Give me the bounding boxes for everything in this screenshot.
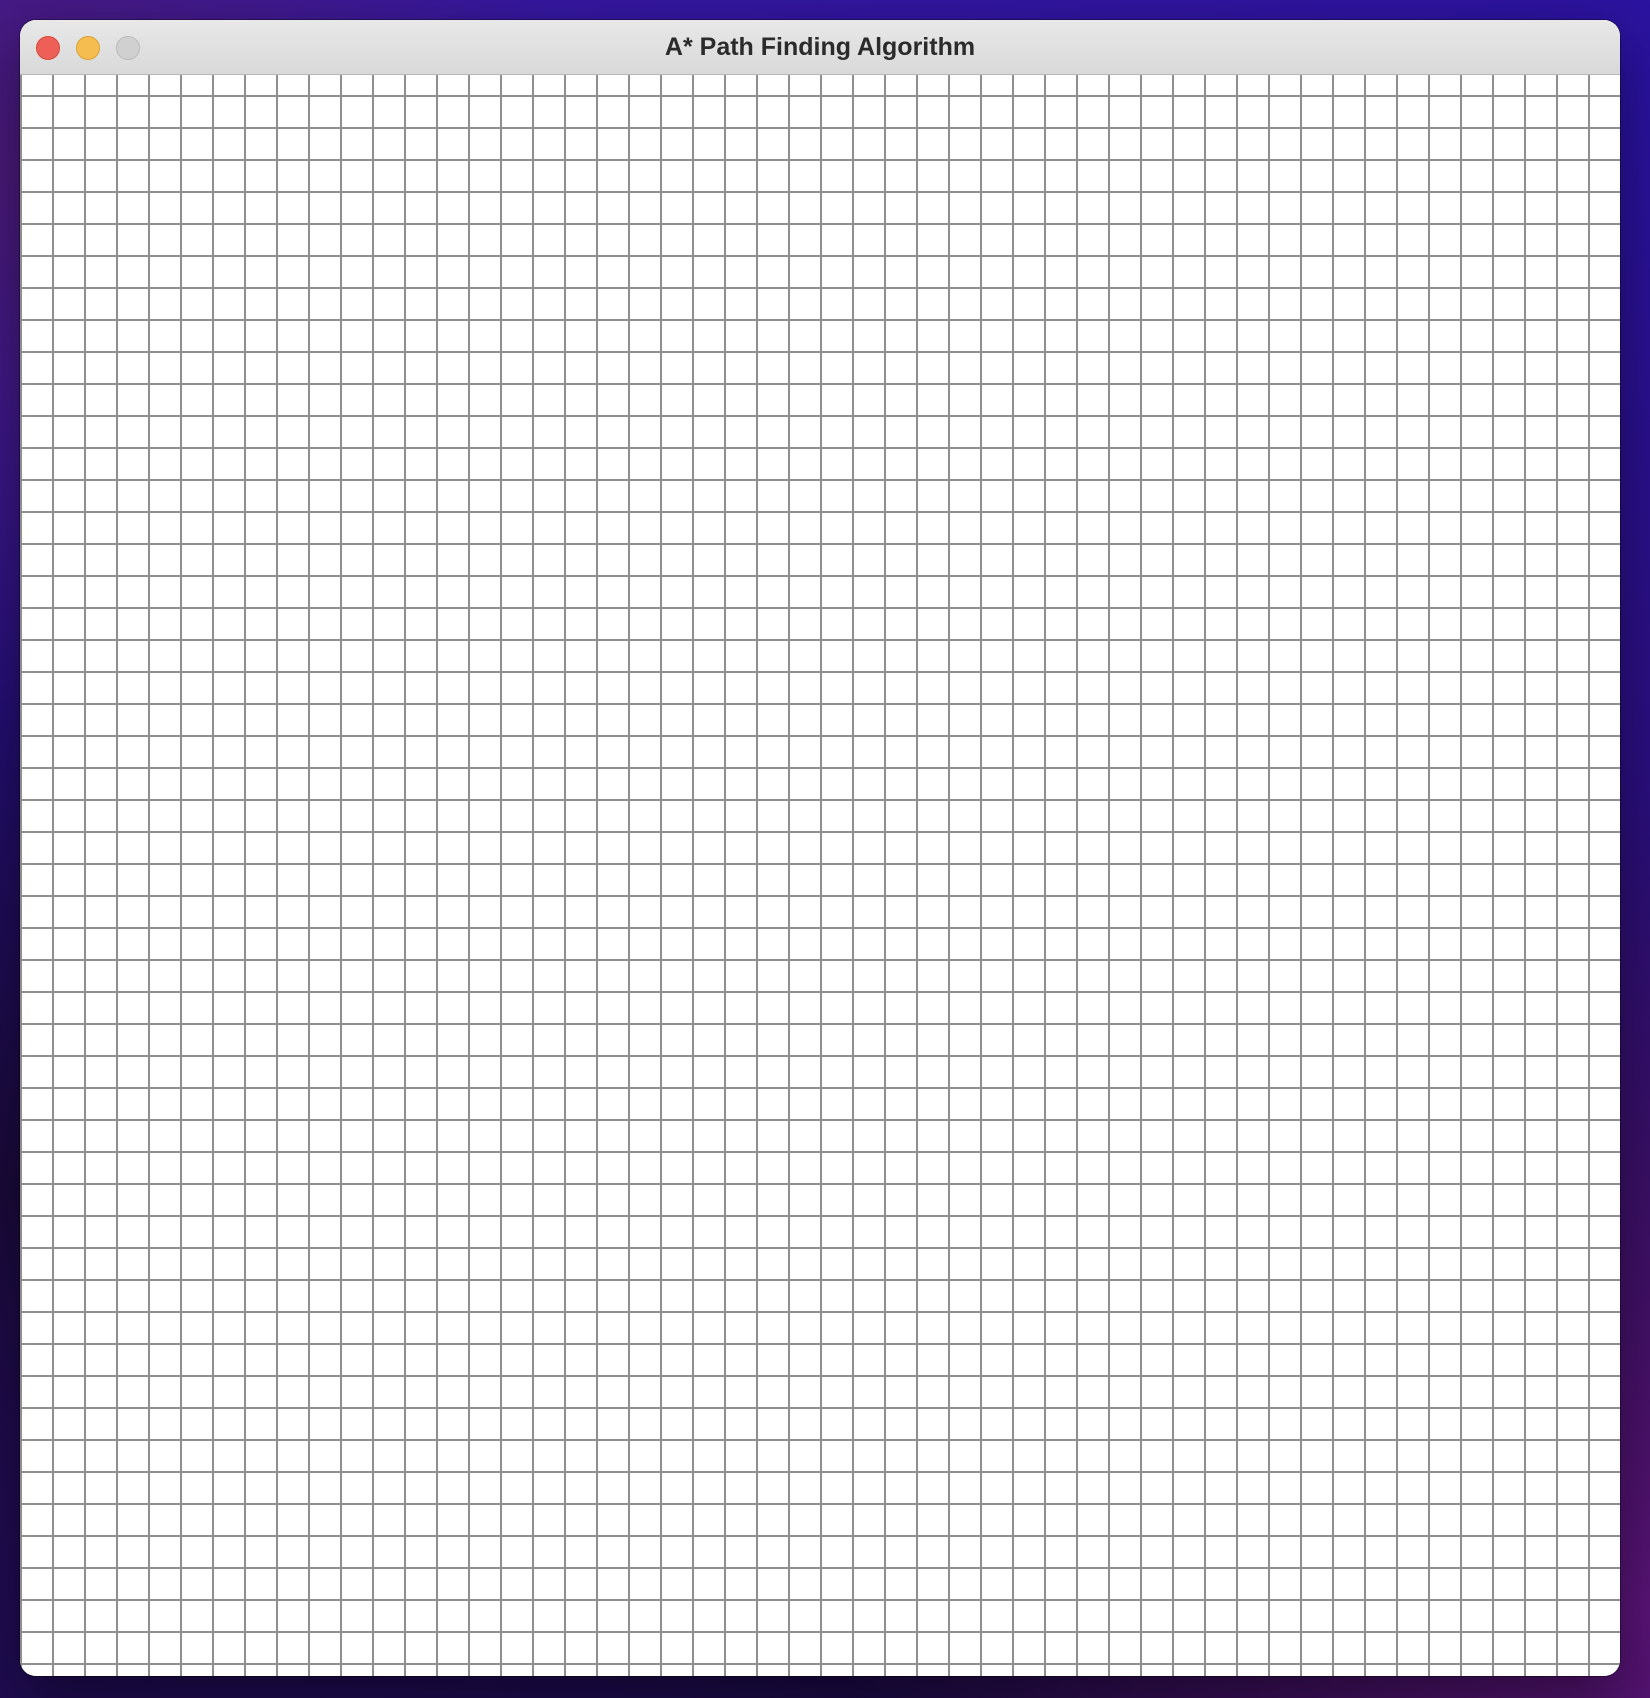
path-grid-canvas[interactable] [20, 75, 1620, 1676]
title-bar[interactable]: A* Path Finding Algorithm [20, 20, 1620, 75]
window-title: A* Path Finding Algorithm [664, 33, 976, 61]
app-window: A* Path Finding Algorithm [20, 20, 1620, 1676]
